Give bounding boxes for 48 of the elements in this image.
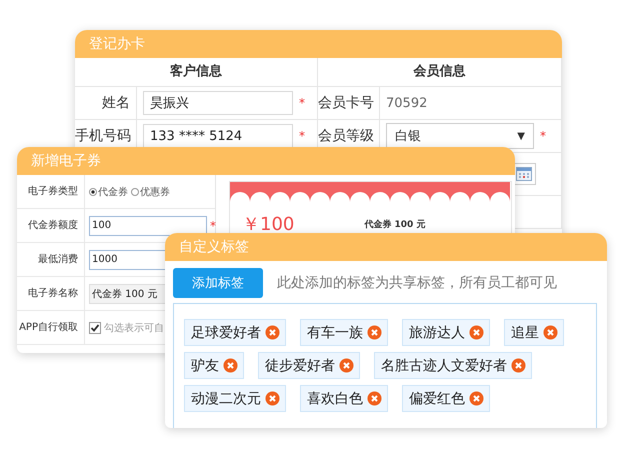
- remove-icon[interactable]: [265, 391, 280, 406]
- input-field[interactable]: 100: [89, 216, 207, 236]
- input-field[interactable]: 133 **** 5124: [143, 124, 293, 148]
- field-label: APP自行领取: [17, 311, 85, 344]
- window-title: 自定义标签: [165, 233, 607, 261]
- coupon-name: 代金券 100 元: [364, 218, 426, 230]
- section-heading: 会员信息: [318, 58, 562, 87]
- tag-label: 有车一族: [307, 324, 363, 342]
- required-mark: *: [540, 129, 546, 143]
- radio-option[interactable]: 优惠券: [131, 184, 170, 198]
- card-number: 70592: [386, 96, 428, 110]
- field-label: 电子券类型: [17, 175, 85, 208]
- radio-option[interactable]: 代金券: [89, 184, 128, 198]
- window-title: 新增电子券: [17, 147, 515, 175]
- remove-icon[interactable]: [469, 325, 484, 340]
- tag-label: 足球爱好者: [191, 324, 261, 342]
- field-label: 会员卡号: [318, 87, 380, 119]
- section-heading: 客户信息: [75, 58, 318, 87]
- tag-label: 驴友: [191, 356, 219, 374]
- remove-icon[interactable]: [339, 358, 354, 373]
- tag-label: 旅游达人: [409, 324, 465, 342]
- tag-label: 徒步爱好者: [265, 356, 335, 374]
- checkbox-label: 勾选表示可自: [104, 322, 164, 334]
- remove-icon[interactable]: [469, 391, 484, 406]
- field-label: 代金券额度: [17, 209, 85, 242]
- input-field[interactable]: 昊振兴: [143, 91, 293, 115]
- field-label: 最低消费: [17, 243, 85, 276]
- tag-label: 名胜古迹人文爱好者: [381, 356, 507, 374]
- remove-icon[interactable]: [543, 325, 558, 340]
- field-label: 姓名: [75, 87, 137, 119]
- tag-label: 动漫二次元: [191, 390, 261, 408]
- remove-icon[interactable]: [223, 358, 238, 373]
- calendar-icon[interactable]: [516, 167, 532, 181]
- tag-label: 喜欢白色: [307, 390, 363, 408]
- required-mark: *: [299, 129, 305, 143]
- checkbox[interactable]: [89, 322, 101, 334]
- tag-label: 追星: [511, 324, 539, 342]
- window-title: 登记办卡: [75, 30, 562, 58]
- remove-icon[interactable]: [265, 325, 280, 340]
- remove-icon[interactable]: [367, 325, 382, 340]
- field-label: 电子券名称: [17, 277, 85, 310]
- coupon-amount: ￥100: [242, 213, 294, 236]
- hint-text: 此处添加的标签为共享标签，所有员工都可见: [277, 274, 557, 292]
- required-mark: *: [210, 218, 216, 232]
- tag-label: 偏爱红色: [409, 390, 465, 408]
- remove-icon[interactable]: [367, 391, 382, 406]
- remove-icon[interactable]: [511, 358, 526, 373]
- required-mark: *: [299, 96, 305, 110]
